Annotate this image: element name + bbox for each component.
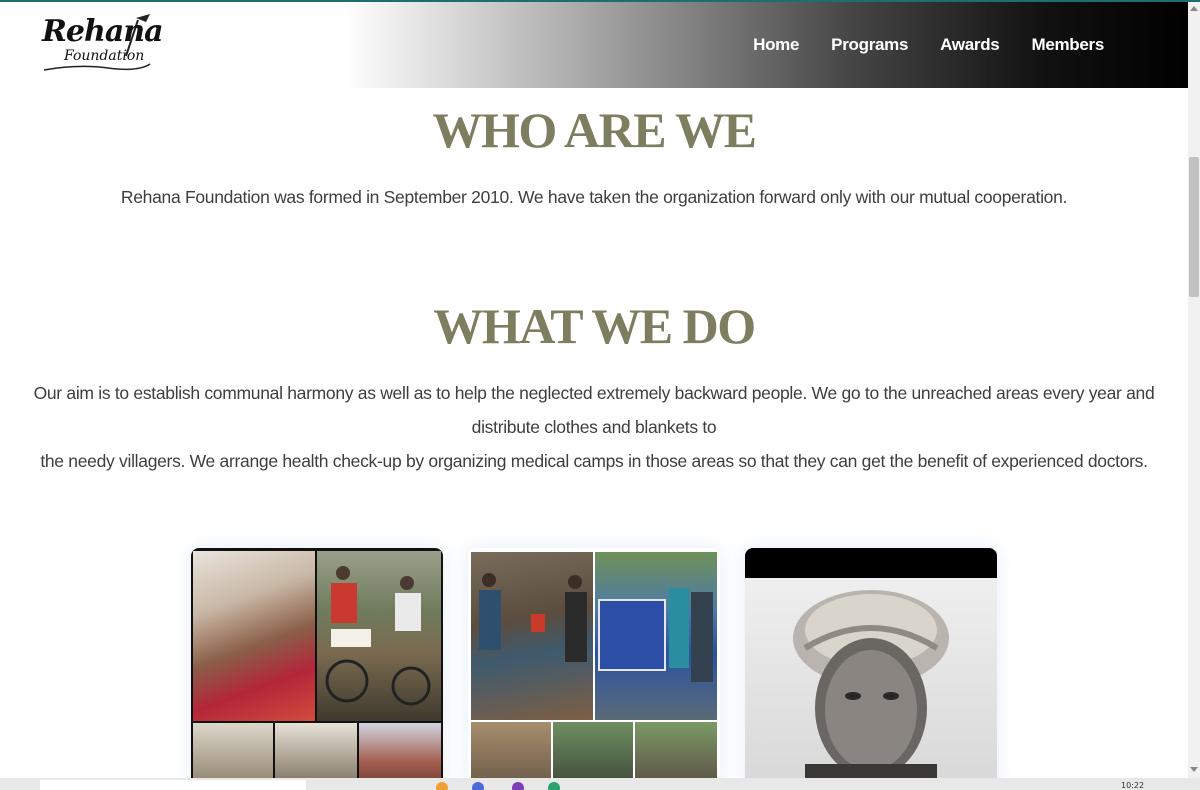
vertical-scrollbar[interactable] <box>1188 2 1200 778</box>
scroll-down-arrow-icon[interactable] <box>1190 767 1198 772</box>
what-we-do-text-line-1: Our aim is to establish communal harmony… <box>33 383 1155 437</box>
program-card-2[interactable] <box>468 548 720 788</box>
navbar: Rehana Foundation Home Programs Awards M… <box>0 2 1188 88</box>
portrait-figure-icon <box>793 590 949 788</box>
program-card-3[interactable] <box>745 548 997 788</box>
taskbar-app-icon-1[interactable] <box>436 782 448 790</box>
logo[interactable]: Rehana Foundation <box>38 12 164 78</box>
taskbar: 10:22 <box>0 778 1200 790</box>
what-we-do-heading: WHAT WE DO <box>433 298 756 354</box>
taskbar-app-icon-3[interactable] <box>512 782 524 790</box>
cyclist-figures-icon <box>325 566 431 706</box>
scroll-thumb[interactable] <box>1189 157 1199 297</box>
card-header-bar <box>745 548 997 578</box>
taskbar-clock: 10:22 <box>1121 781 1145 790</box>
logo-word-foundation: Foundation <box>64 48 145 64</box>
taskbar-app-icon-4[interactable] <box>548 782 560 790</box>
photo-banner-truck <box>595 552 717 720</box>
photo-cyclists <box>317 551 441 721</box>
nav-home[interactable]: Home <box>753 35 799 55</box>
photo-cleanup-volunteers <box>471 552 593 720</box>
taskbar-search-box[interactable] <box>40 780 306 790</box>
portrait-photo <box>745 578 997 788</box>
what-we-do-text: Our aim is to establish communal harmony… <box>0 376 1188 478</box>
what-we-do-text-line-2: the needy villagers. We arrange health c… <box>40 451 1148 471</box>
scroll-up-arrow-icon[interactable] <box>1190 6 1198 11</box>
nav-members[interactable]: Members <box>1031 35 1104 55</box>
main-nav: Home Programs Awards Members <box>753 35 1104 55</box>
who-are-we-text: Rehana Foundation was formed in Septembe… <box>120 187 1068 207</box>
nav-programs[interactable]: Programs <box>831 35 908 55</box>
nav-awards[interactable]: Awards <box>940 35 1000 55</box>
volunteer-figures-icon <box>479 573 587 662</box>
who-are-we-heading: WHO ARE WE <box>432 102 757 158</box>
photo-selfie-group <box>193 551 315 721</box>
program-card-1[interactable] <box>191 548 443 788</box>
logo-word-rehana: Rehana <box>42 14 164 49</box>
banner-icon <box>598 588 713 682</box>
taskbar-app-icon-2[interactable] <box>472 782 484 790</box>
